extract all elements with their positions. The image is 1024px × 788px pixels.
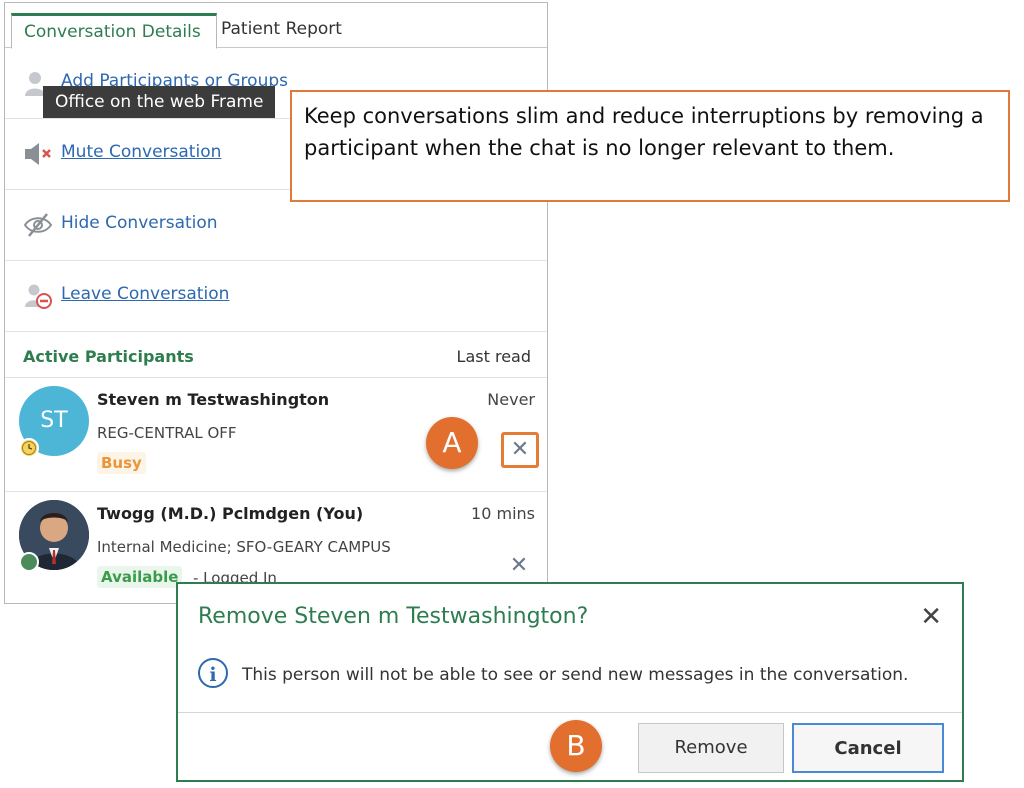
mute-conversation-label: Mute Conversation bbox=[61, 142, 221, 162]
remove-button[interactable]: Remove bbox=[638, 723, 784, 773]
tab-bar: Conversation Details Patient Report bbox=[5, 3, 547, 49]
remove-button-label: Remove bbox=[674, 737, 748, 758]
participant-department: Internal Medicine; SFO-GEARY CAMPUS bbox=[97, 538, 391, 556]
close-icon: ✕ bbox=[510, 437, 530, 462]
dialog-title: Remove Steven m Testwashington? bbox=[198, 604, 589, 629]
cancel-button-label: Cancel bbox=[834, 738, 902, 759]
mute-icon bbox=[23, 141, 53, 167]
hide-conversation-label: Hide Conversation bbox=[61, 213, 218, 233]
mute-label-text: Mute Conversation bbox=[61, 142, 222, 162]
leave-conversation-label: Leave Conversation bbox=[61, 284, 229, 304]
last-read-value: Never bbox=[487, 390, 535, 409]
close-icon: ✕ bbox=[920, 602, 942, 632]
leave-person-icon bbox=[23, 283, 53, 309]
remove-participant-button[interactable]: ✕ bbox=[505, 552, 533, 580]
participant-department: REG-CENTRAL OFF bbox=[97, 424, 237, 442]
status-badge: Busy bbox=[97, 452, 146, 474]
tooltip: Office on the web Frame bbox=[43, 86, 276, 118]
close-icon: ✕ bbox=[509, 553, 529, 578]
marker-b: B bbox=[550, 720, 602, 772]
clock-presence-icon bbox=[19, 438, 39, 458]
last-read-header: Last read bbox=[456, 347, 531, 366]
hide-eye-icon bbox=[23, 212, 53, 238]
status-badge: Available bbox=[97, 566, 183, 588]
participant-name: Twogg (M.D.) Pclmdgen (You) bbox=[97, 504, 364, 523]
info-icon: i bbox=[198, 658, 228, 688]
last-read-value: 10 mins bbox=[471, 504, 535, 523]
leave-label-text: Leave Conversation bbox=[61, 284, 230, 304]
participants-title: Active Participants bbox=[23, 347, 194, 366]
cancel-button[interactable]: Cancel bbox=[792, 723, 944, 773]
dialog-message: This person will not be able to see or s… bbox=[242, 665, 909, 685]
tab-conversation-details[interactable]: Conversation Details bbox=[11, 13, 217, 49]
remove-participant-button[interactable]: ✕ bbox=[501, 432, 539, 468]
participant-name: Steven m Testwashington bbox=[97, 390, 330, 409]
callout-note: Keep conversations slim and reduce inter… bbox=[290, 90, 1010, 202]
dialog-close-button[interactable]: ✕ bbox=[920, 602, 942, 632]
participants-header: Active Participants Last read bbox=[5, 333, 547, 378]
leave-conversation-action[interactable]: Leave Conversation bbox=[5, 261, 547, 332]
marker-a: A bbox=[426, 417, 478, 469]
available-presence-icon bbox=[19, 552, 39, 572]
tab-patient-report[interactable]: Patient Report bbox=[209, 13, 354, 46]
